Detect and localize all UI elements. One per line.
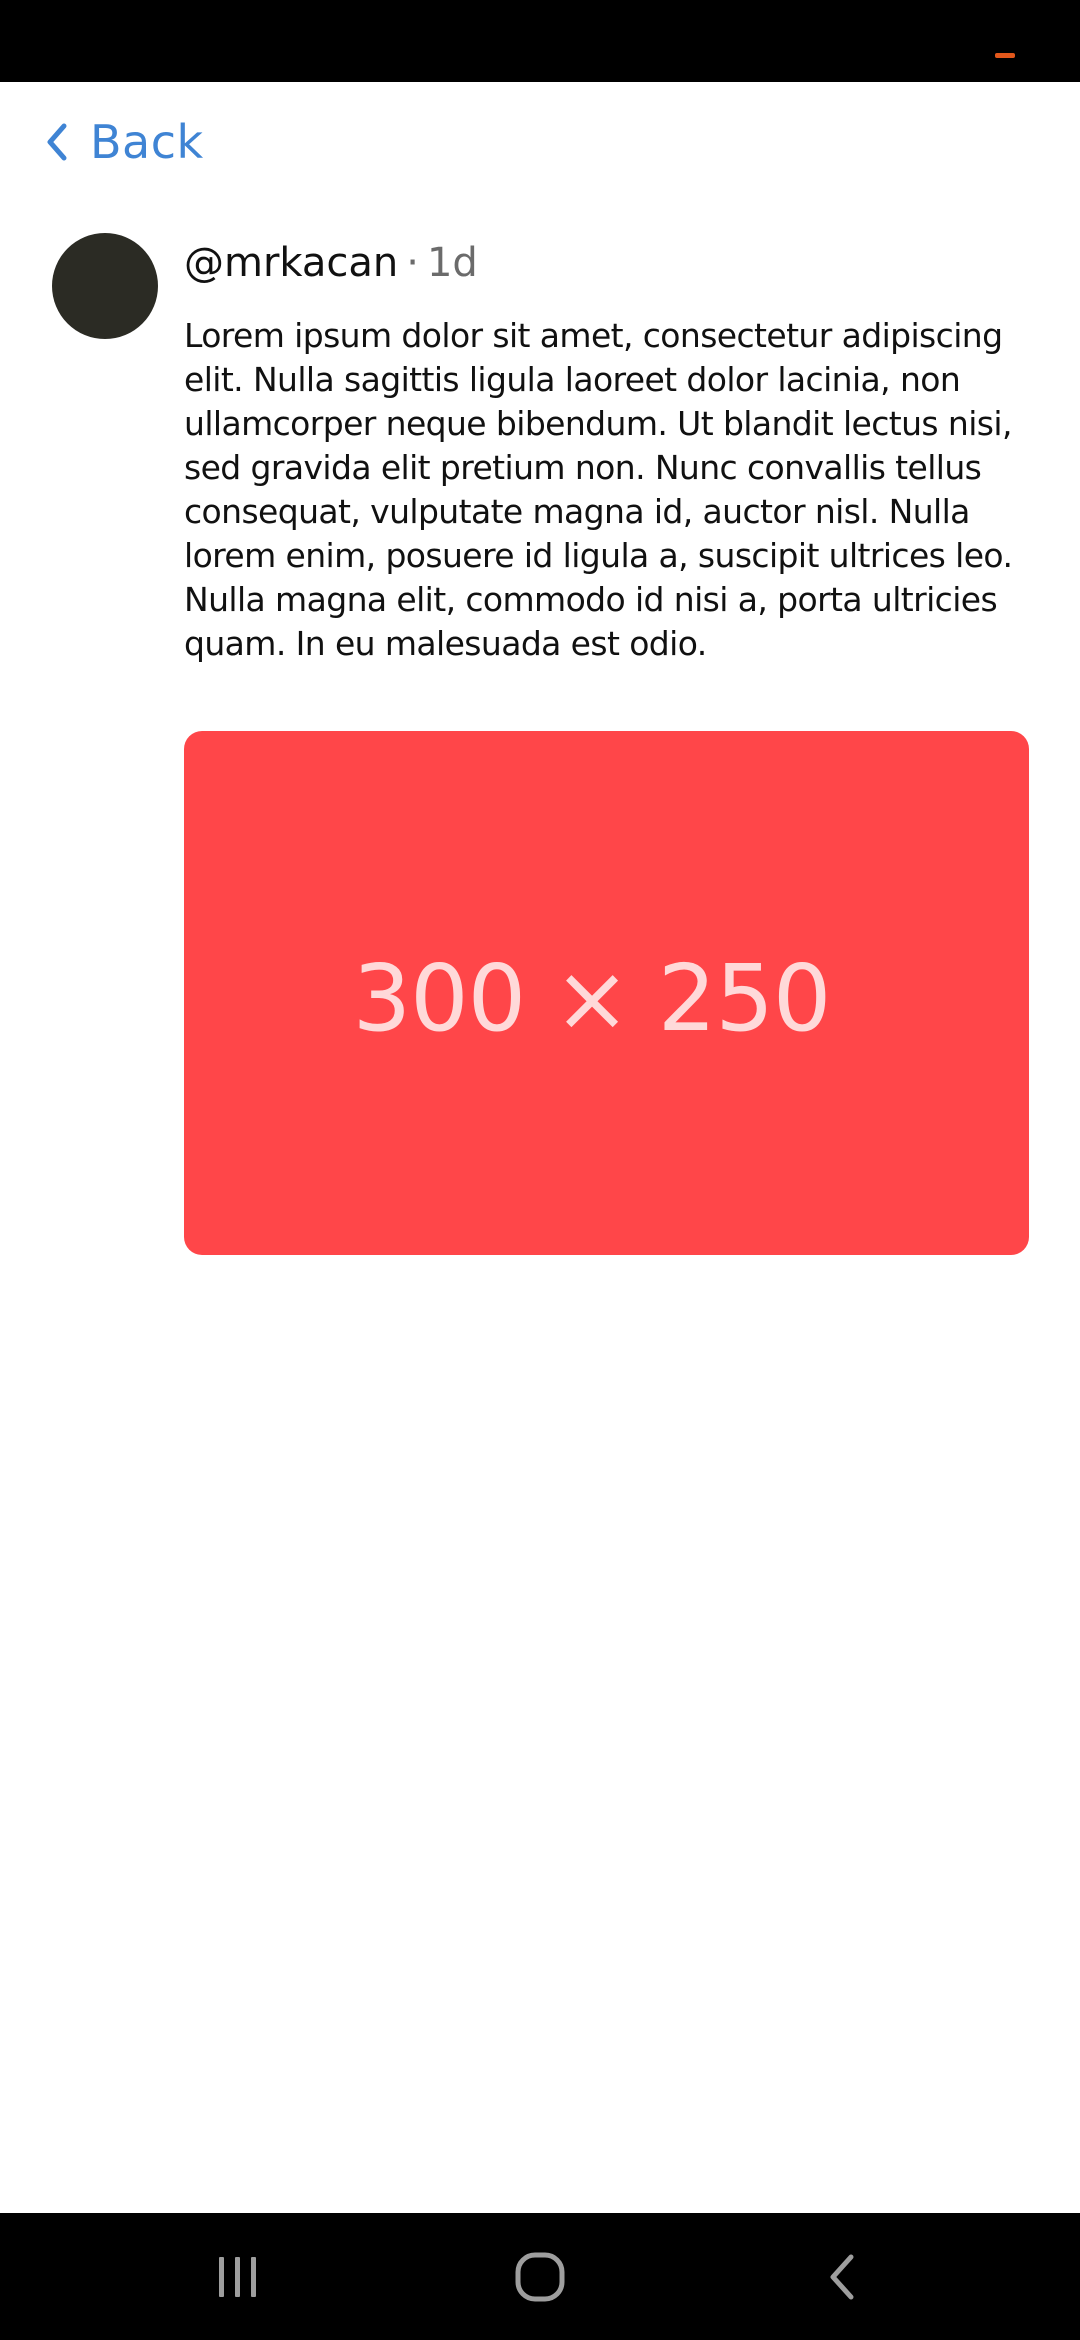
separator-dot: · <box>406 240 419 286</box>
back-button[interactable]: Back <box>44 108 204 176</box>
back-icon <box>830 2254 854 2299</box>
recent-apps-button[interactable] <box>158 2213 318 2340</box>
home-icon <box>515 2252 565 2301</box>
status-bar <box>0 0 1080 82</box>
battery-indicator-icon <box>995 53 1015 58</box>
home-button[interactable] <box>460 2213 620 2340</box>
recent-apps-icon <box>219 2256 256 2297</box>
post-image[interactable]: 300 × 250 <box>184 731 1029 1255</box>
navigation-bar <box>0 2213 1080 2340</box>
chevron-left-icon <box>47 123 67 161</box>
post-body: Lorem ipsum dolor sit amet, consectetur … <box>184 316 1013 663</box>
avatar[interactable] <box>52 233 158 339</box>
post-timestamp: 1d <box>426 240 478 286</box>
system-back-button[interactable] <box>763 2213 923 2340</box>
back-label: Back <box>90 115 204 169</box>
post-header: @mrkacan · 1d <box>184 232 1034 294</box>
post: @mrkacan · 1d Lorem ipsum dolor sit amet… <box>184 232 1034 666</box>
username[interactable]: @mrkacan <box>184 240 398 286</box>
post-image-label: 300 × 250 <box>352 944 832 1052</box>
